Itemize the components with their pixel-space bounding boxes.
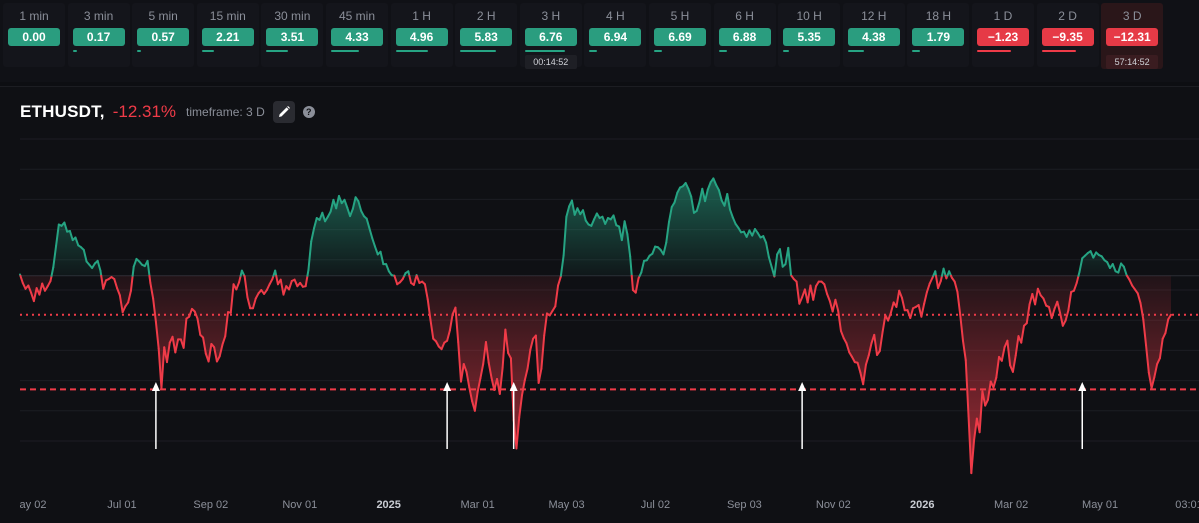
signal-arrow-head xyxy=(798,382,806,391)
x-tick-label: 03:01 xyxy=(1175,499,1199,511)
oscillator-chart: ay 02 Jul 01 Sep 02 Nov 01 2025 Mar 01 May 03 J… xyxy=(0,0,1199,522)
x-tick-label: May 03 xyxy=(548,499,584,511)
positive-area xyxy=(20,178,1171,275)
x-tick-label: Mar 01 xyxy=(460,499,494,511)
signal-arrow-head xyxy=(1078,382,1086,391)
x-tick-label: 2025 xyxy=(376,499,400,511)
x-tick-label: Sep 03 xyxy=(727,499,762,511)
series-segment xyxy=(149,276,150,283)
signal-arrow-head xyxy=(152,382,160,391)
x-tick-label: Jul 02 xyxy=(641,499,670,511)
x-tick-label: May 01 xyxy=(1082,499,1118,511)
signal-arrow-head xyxy=(443,382,451,391)
x-tick-label: 2026 xyxy=(910,499,934,511)
x-tick-label: Nov 02 xyxy=(816,499,851,511)
series-segment xyxy=(632,276,633,290)
x-tick-label: Mar 02 xyxy=(994,499,1028,511)
x-tick-label: ay 02 xyxy=(20,499,47,511)
series-segment xyxy=(133,267,134,276)
x-tick-label: Jul 01 xyxy=(107,499,136,511)
negative-area xyxy=(20,276,1171,473)
x-tick-label: Sep 02 xyxy=(193,499,228,511)
x-tick-label: Nov 01 xyxy=(282,499,317,511)
